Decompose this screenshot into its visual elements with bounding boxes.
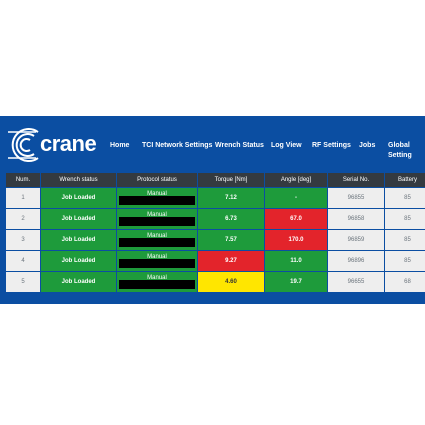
cell-torque: 6.73 <box>198 209 264 229</box>
table-row[interactable]: 4 Job Loaded Manual 9.27 11.0 96896 85 <box>6 251 425 271</box>
cell-num: 2 <box>6 209 40 229</box>
nav-global-settings[interactable]: Global Setting <box>388 141 425 161</box>
redaction-bar <box>119 259 195 268</box>
cell-wrench-status: Job Loaded <box>41 188 116 208</box>
header-num: Num. <box>6 173 40 187</box>
cell-protocol-status: Manual <box>117 272 197 292</box>
nav-tci-network-settings[interactable]: TCI Network Settings <box>142 141 212 151</box>
cell-wrench-status: Job Loaded <box>41 230 116 250</box>
cell-torque: 7.12 <box>198 188 264 208</box>
wrench-status-table: Num. Wrench status Protocol status Torqu… <box>5 172 425 302</box>
table-header-row: Num. Wrench status Protocol status Torqu… <box>6 173 425 187</box>
cell-protocol-status: Manual <box>117 230 197 250</box>
header-wrench-status: Wrench status <box>41 173 116 187</box>
cell-protocol-status: Manual <box>117 209 197 229</box>
cell-serial: 96896 <box>328 251 384 271</box>
table-row[interactable]: 1 Job Loaded Manual 7.12 - 96855 85 <box>6 188 425 208</box>
header-serial: Serial No. <box>328 173 384 187</box>
cell-angle: 11.0 <box>265 251 327 271</box>
top-navbar: crane Home TCI Network Settings Wrench S… <box>0 116 425 170</box>
cell-battery: 85 <box>385 230 425 250</box>
cell-protocol-status: Manual <box>117 251 197 271</box>
app-window: crane Home TCI Network Settings Wrench S… <box>0 116 425 304</box>
cell-battery: 85 <box>385 209 425 229</box>
nav-log-view[interactable]: Log View <box>271 141 302 151</box>
cell-angle: 19.7 <box>265 272 327 292</box>
cell-battery: 85 <box>385 251 425 271</box>
cell-serial: 96655 <box>328 272 384 292</box>
cell-torque: 7.57 <box>198 230 264 250</box>
redaction-bar <box>119 238 195 247</box>
nav-jobs[interactable]: Jobs <box>359 141 375 151</box>
cell-battery: 68 <box>385 272 425 292</box>
cell-num: 5 <box>6 272 40 292</box>
table-row[interactable]: 3 Job Loaded Manual 7.57 170.0 96859 85 <box>6 230 425 250</box>
main-nav: Home TCI Network Settings Wrench Status … <box>0 141 425 159</box>
cell-torque: 9.27 <box>198 251 264 271</box>
cell-torque: 4.60 <box>198 272 264 292</box>
nav-home[interactable]: Home <box>110 141 129 151</box>
nav-wrench-status[interactable]: Wrench Status <box>215 141 264 151</box>
header-angle: Angle [deg] <box>265 173 327 187</box>
cell-wrench-status: Job Loaded <box>41 209 116 229</box>
header-protocol-status: Protocol status <box>117 173 197 187</box>
cell-num: 3 <box>6 230 40 250</box>
cell-angle: - <box>265 188 327 208</box>
cell-battery: 85 <box>385 188 425 208</box>
cell-wrench-status: Job Loaded <box>41 272 116 292</box>
cell-angle: 170.0 <box>265 230 327 250</box>
cell-protocol-status: Manual <box>117 188 197 208</box>
header-torque: Torque [Nm] <box>198 173 264 187</box>
cell-num: 1 <box>6 188 40 208</box>
redaction-bar <box>119 217 195 226</box>
redaction-bar <box>119 196 195 205</box>
table-row[interactable]: 2 Job Loaded Manual 6.73 67.0 96858 85 <box>6 209 425 229</box>
cell-wrench-status: Job Loaded <box>41 251 116 271</box>
cell-num: 4 <box>6 251 40 271</box>
header-battery: Battery <box>385 173 425 187</box>
cell-serial: 96858 <box>328 209 384 229</box>
cell-serial: 96859 <box>328 230 384 250</box>
table-row[interactable]: 5 Job Loaded Manual 4.60 19.7 96655 68 <box>6 272 425 292</box>
redaction-bar <box>119 280 195 289</box>
nav-rf-settings[interactable]: RF Settings <box>312 141 351 151</box>
cell-serial: 96855 <box>328 188 384 208</box>
cell-angle: 67.0 <box>265 209 327 229</box>
